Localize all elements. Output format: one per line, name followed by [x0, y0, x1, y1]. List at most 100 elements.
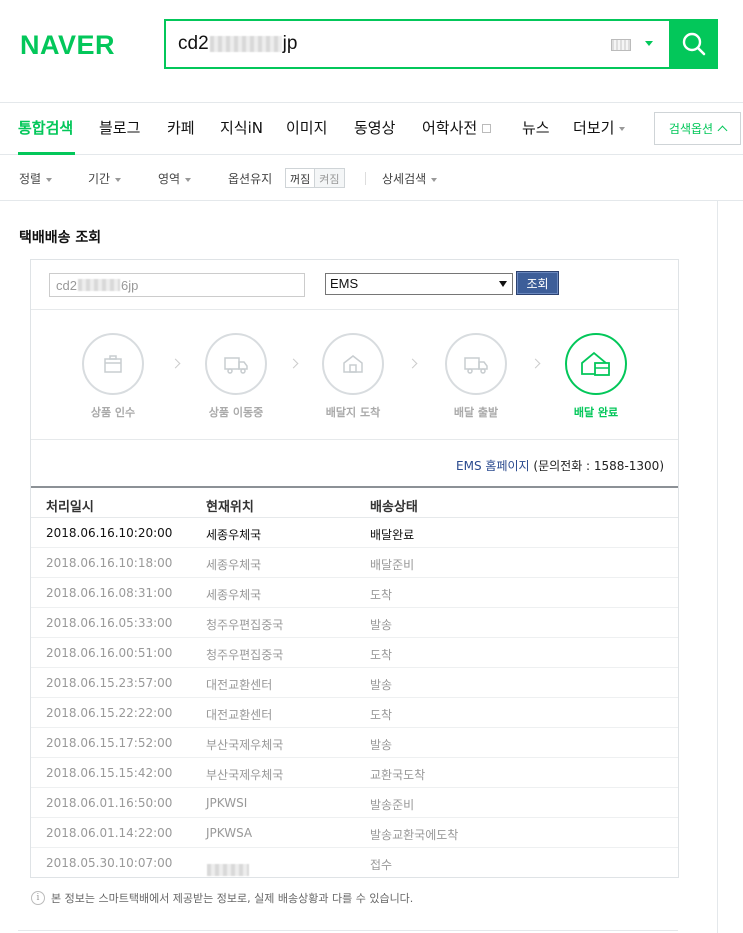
table-row: 2018.06.16.05:33:00 청주우편집중국 발송	[31, 608, 678, 638]
cell-location: 청주우편집중국	[206, 648, 284, 662]
cell-status: 교환국도착	[370, 768, 426, 782]
info-notice: i 본 정보는 스마트택배에서 제공받는 정보로, 실제 배송상황과 다를 수 …	[31, 890, 413, 906]
filter-area-label: 영역	[158, 172, 181, 186]
toggle-on[interactable]: 켜짐	[314, 169, 344, 187]
filter-period-label: 기간	[88, 172, 111, 186]
filter-sort[interactable]: 정렬	[19, 170, 53, 187]
table-row: 2018.06.15.15:42:00 부산국제우체국 교환국도착	[31, 758, 678, 788]
filter-detail[interactable]: 상세검색	[382, 170, 438, 187]
cell-status: 배달완료	[370, 528, 415, 542]
table-row: 2018.06.16.10:18:00 세종우체국 배달준비	[31, 548, 678, 578]
tab-cafe[interactable]: 카페	[167, 117, 195, 138]
table-row: 2018.06.15.17:52:00 부산국제우체국 발송	[31, 728, 678, 758]
redacted-text	[77, 279, 120, 291]
filter-period[interactable]: 기간	[88, 170, 122, 187]
tab-image[interactable]: 이미지	[286, 117, 327, 138]
cell-datetime: 2018.06.15.17:52:00	[46, 736, 173, 750]
section-title: 택배배송 조회	[19, 230, 102, 246]
table-header: 처리일시 현재위치 배송상태	[31, 486, 678, 518]
notice-text: 본 정보는 스마트택배에서 제공받는 정보로, 실제 배송상황과 다를 수 있습…	[51, 892, 414, 905]
tracking-table: 처리일시 현재위치 배송상태 2018.06.16.10:20:00 세종우체국 배…	[31, 486, 678, 878]
cell-datetime: 2018.06.16.10:20:00	[46, 526, 173, 540]
toggle-off[interactable]: 꺼짐	[286, 169, 315, 187]
chevron-down-icon	[619, 126, 626, 131]
cell-datetime: 2018.06.16.00:51:00	[46, 646, 173, 660]
tab-dictionary[interactable]: 어학사전	[422, 117, 492, 138]
keep-options-toggle[interactable]: 꺼짐 켜짐	[285, 168, 345, 188]
chevron-right-icon	[288, 358, 299, 369]
ems-homepage-link[interactable]: EMS 홈페이지	[456, 459, 530, 473]
invoice-number-input[interactable]: cd2 6jp	[49, 273, 305, 297]
tab-integrated[interactable]: 통합검색	[18, 117, 73, 138]
step-arrived: 배달지 도착	[313, 333, 393, 420]
table-row: 2018.06.16.10:20:00 세종우체국 배달완료	[31, 518, 678, 548]
table-row: 2018.06.01.14:22:00 JPKWSA 발송교환국에도착	[31, 818, 678, 848]
tracking-form: cd2 6jp EMS 조회	[31, 260, 678, 310]
truck-icon	[464, 357, 488, 374]
tab-more-label: 더보기	[573, 119, 615, 137]
carrier-selected: EMS	[330, 276, 359, 291]
step-out-for-delivery: 배달 출발	[436, 333, 516, 420]
tab-kin[interactable]: 지식iN	[220, 117, 263, 138]
search-query: cd2 jp	[178, 33, 297, 55]
redacted-text	[209, 36, 282, 52]
step-label: 상품 인수	[90, 406, 136, 419]
chevron-up-icon	[717, 125, 728, 136]
cell-datetime: 2018.06.01.14:22:00	[46, 826, 173, 840]
info-icon: i	[31, 891, 45, 905]
search-input[interactable]: cd2 jp	[164, 19, 669, 69]
house-icon	[343, 355, 363, 373]
query-button[interactable]: 조회	[516, 271, 559, 295]
cell-status: 발송	[370, 738, 393, 752]
chevron-right-icon	[170, 358, 181, 369]
cell-datetime: 2018.06.16.10:18:00	[46, 556, 173, 570]
cell-status: 발송	[370, 678, 393, 692]
chevron-right-icon	[407, 358, 418, 369]
cell-datetime: 2018.06.01.16:50:00	[46, 796, 173, 810]
cell-location: 대전교환센터	[206, 708, 273, 722]
keyboard-icon[interactable]	[611, 39, 631, 51]
divider	[18, 930, 678, 931]
tab-news[interactable]: 뉴스	[522, 117, 550, 138]
step-in-transit: 상품 이동중	[196, 333, 276, 420]
search-tabs: 통합검색 블로그 카페 지식iN 이미지 동영상 어학사전 뉴스 더보기 검색옵…	[0, 102, 743, 155]
step-circle	[565, 333, 627, 395]
carrier-select[interactable]: EMS	[325, 273, 513, 295]
truck-icon	[224, 357, 248, 374]
step-circle	[322, 333, 384, 395]
header: NAVER cd2 jp	[0, 0, 743, 102]
step-circle	[445, 333, 507, 395]
search-button[interactable]	[669, 19, 718, 69]
tab-blog[interactable]: 블로그	[99, 117, 140, 138]
naver-logo[interactable]: NAVER	[20, 30, 115, 61]
chevron-down-icon	[46, 177, 53, 182]
cell-datetime: 2018.05.30.10:07:00	[46, 856, 173, 870]
dropdown-arrow-icon	[499, 281, 507, 287]
step-label: 배달 출발	[453, 406, 499, 419]
cell-datetime: 2018.06.15.22:22:00	[46, 706, 173, 720]
cell-status: 도착	[370, 708, 393, 722]
search-options-button[interactable]: 검색옵션	[654, 112, 741, 145]
cell-location: JPKWSA	[206, 826, 253, 840]
table-row: 2018.06.16.08:31:00 세종우체국 도착	[31, 578, 678, 608]
cell-status: 도착	[370, 648, 393, 662]
chevron-down-icon[interactable]	[645, 41, 653, 46]
delivery-progress: 상품 인수 상품 이동중 배달지 도착 배달 출발 배달 완료	[31, 310, 678, 440]
table-row: 2018.06.15.23:57:00 대전교환센터 발송	[31, 668, 678, 698]
cell-location: JPKWSI	[206, 796, 248, 810]
tab-more[interactable]: 더보기	[573, 117, 626, 138]
filter-area[interactable]: 영역	[158, 170, 192, 187]
cell-status: 도착	[370, 588, 393, 602]
tab-video[interactable]: 동영상	[354, 117, 395, 138]
table-row: 2018.06.01.16:50:00 JPKWSI 발송준비	[31, 788, 678, 818]
filter-bar: 정렬 기간 영역 옵션유지 꺼짐 켜짐 상세검색	[0, 155, 743, 201]
filter-sort-label: 정렬	[19, 172, 42, 186]
divider	[365, 172, 366, 185]
chevron-down-icon	[431, 177, 438, 182]
cell-status: 발송준비	[370, 798, 415, 812]
tab-dictionary-label: 어학사전	[422, 119, 478, 137]
invoice-prefix: cd2	[56, 277, 77, 293]
table-row: 2018.05.30.10:07:00 접수	[31, 848, 678, 878]
cell-datetime: 2018.06.15.23:57:00	[46, 676, 173, 690]
col-status: 배송상태	[370, 500, 418, 515]
